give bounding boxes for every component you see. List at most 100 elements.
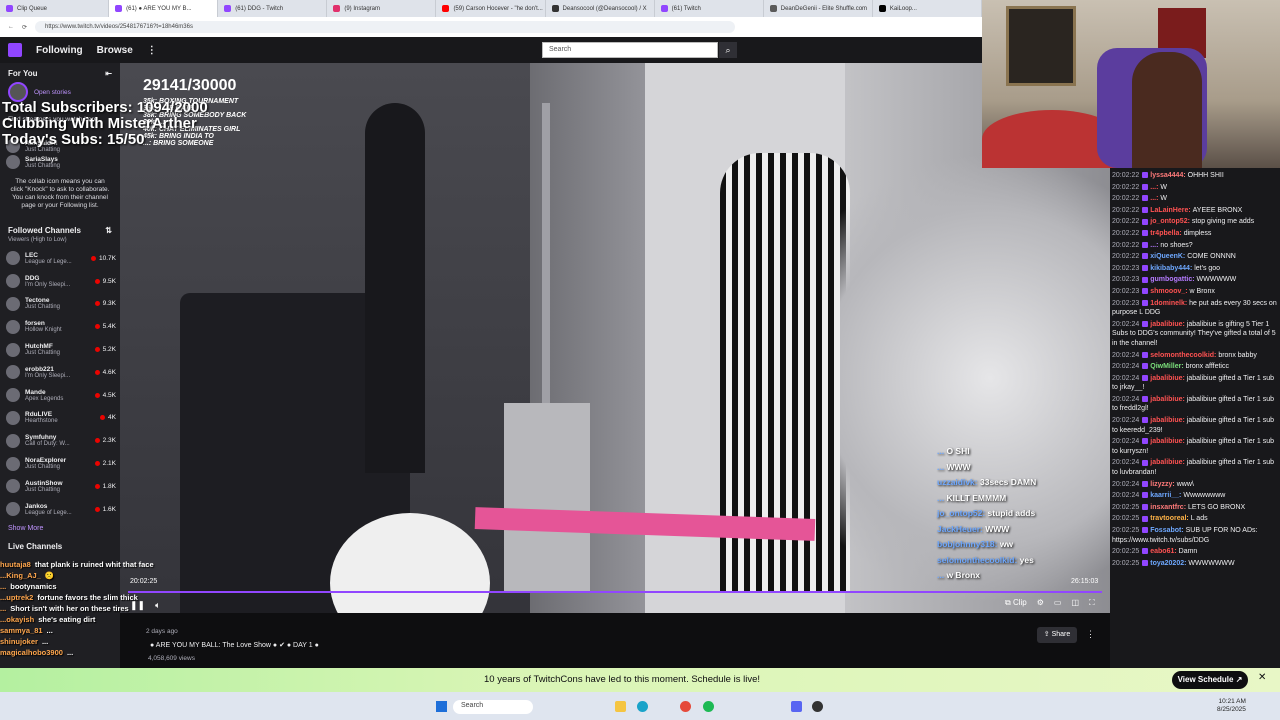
taskbar-search[interactable]: Search (453, 700, 533, 714)
left-overlay-chat-message: ... bootynamics (0, 582, 340, 593)
chat-badge-icon (1142, 515, 1149, 522)
sidebar-channel[interactable]: Symfuhny Call of Duty: W... 2.3K (0, 429, 120, 452)
browser-tab[interactable]: KaiLoop... (873, 0, 982, 17)
discord-icon[interactable] (791, 701, 802, 712)
banner-close-icon[interactable]: ✕ (1258, 672, 1266, 683)
view-schedule-button[interactable]: View Schedule ↗ (1172, 671, 1248, 689)
chat-username[interactable]: jabalibiue: (1150, 375, 1187, 382)
sidebar-channel[interactable]: AustinShow Just Chatting 1.8K (0, 475, 120, 498)
sort-icon[interactable]: ⇅ (105, 226, 112, 235)
chat-username[interactable]: ...: (1150, 242, 1160, 249)
sidebar-channel[interactable]: Jankos League of Lege... 1.6K (0, 498, 120, 521)
more-actions-icon[interactable]: ⋮ (1086, 629, 1095, 640)
chat-username[interactable]: gumbogattic: (1150, 276, 1196, 283)
back-icon[interactable]: ← (8, 24, 14, 30)
clip-button[interactable]: ⧉ Clip (1005, 598, 1027, 608)
reload-icon[interactable]: ⟳ (22, 24, 27, 31)
share-button[interactable]: ⇪ Share (1037, 627, 1077, 643)
browser-tab[interactable]: DeanDeGenii - Elite Shuffle.com (764, 0, 873, 17)
theatre-icon[interactable]: ▭ (1054, 598, 1062, 608)
url-input[interactable]: https://www.twitch.tv/videos/2548176716?… (35, 21, 736, 33)
fullscreen-icon[interactable]: ⛶ (1089, 598, 1095, 608)
suggested-channel[interactable]: SariaSlays Just Chatting (0, 154, 120, 170)
chat-timestamp: 20:02:24 (1112, 351, 1140, 359)
search-button[interactable]: ⌕ (719, 42, 737, 58)
obs-icon[interactable] (812, 701, 823, 712)
nav-browse[interactable]: Browse (97, 45, 133, 56)
live-indicator-icon (94, 369, 100, 375)
overlay-chat-message: jo_ontop52: stupid adds (937, 508, 1097, 524)
more-options-icon[interactable]: ⋮ (147, 45, 157, 56)
chat-username[interactable]: jabalibiue: (1150, 396, 1187, 403)
chat-username[interactable]: kikibaby444: (1150, 265, 1194, 272)
spotify-icon[interactable] (703, 701, 714, 712)
system-clock: 10:21 AM 8/25/2025 (1217, 698, 1246, 714)
show-more-link[interactable]: Show More (0, 521, 120, 536)
avatar (6, 410, 20, 425)
chat-username[interactable]: jabalibiue: (1150, 417, 1187, 424)
chat-username[interactable]: lyssa4444: (1150, 172, 1187, 179)
browser-tab[interactable]: (61) DDG - Twitch (218, 0, 328, 17)
chat-username[interactable]: ...: (1150, 184, 1160, 191)
chat-username[interactable]: LaLainHere: (1150, 207, 1192, 214)
twitch-logo-icon[interactable] (8, 43, 22, 57)
sidebar-channel[interactable]: RduLIVE Hearthstone 4K (0, 407, 120, 430)
chat-username[interactable]: selomonthecoolkid: (1150, 352, 1218, 359)
chat-badge-icon (1142, 195, 1149, 202)
chat-username[interactable]: Fossabot: (1150, 527, 1185, 534)
chat-username[interactable]: xiQueenK: (1150, 253, 1187, 260)
edge-icon[interactable] (637, 701, 648, 712)
browser-tab[interactable]: Deansocool (@Deansocool) / X (546, 0, 655, 17)
browser-tab[interactable]: (59) Carson Hocever - "he don't... (436, 0, 546, 17)
browser-tab[interactable]: (61) Twitch (655, 0, 764, 17)
sidebar-channel[interactable]: NoraExplorer Just Chatting 2.1K (0, 452, 120, 475)
chrome-icon[interactable] (680, 701, 691, 712)
chat-username[interactable]: QiwMiller: (1150, 363, 1185, 370)
chat-text: Wwwwwwww (1183, 492, 1226, 500)
sidebar-channel[interactable]: LEC League of Lege... 10.7K (0, 247, 120, 270)
sidebar-channel[interactable]: DDG I'm Only Sleepi... 9.5K (0, 270, 120, 293)
chat-username[interactable]: jabalibiue: (1150, 438, 1187, 445)
chat-username[interactable]: jabalibiue: (1150, 459, 1187, 466)
file-explorer-icon[interactable] (615, 701, 626, 712)
search-input[interactable]: Search (542, 42, 718, 58)
chat-username[interactable]: toya20202: (1150, 560, 1188, 567)
sidebar-channel[interactable]: Tectone Just Chatting 9.3K (0, 293, 120, 316)
nav-following[interactable]: Following (36, 45, 83, 56)
chat-username[interactable]: 1dominelk: (1150, 300, 1189, 307)
chat-message: 20:02:23 1dominelk: he put ads every 30 s… (1112, 298, 1278, 319)
collapse-sidebar-icon[interactable]: ⇤ (105, 69, 112, 78)
left-overlay-chat-message: ...okayish she's eating dirt (0, 615, 340, 626)
browser-tab[interactable]: (9) Instagram (327, 0, 437, 17)
avatar (6, 155, 20, 169)
viewer-count-value: 2.3K (102, 437, 116, 445)
chat-username[interactable]: lizyzzy: (1150, 481, 1176, 488)
settings-icon[interactable]: ⚙ (1037, 598, 1044, 608)
left-overlay-chat-user: sammya_81 (0, 626, 43, 635)
sidebar-channel[interactable]: Mande Apex Legends 4.5K (0, 384, 120, 407)
chat-username[interactable]: jabalibiue: (1150, 321, 1187, 328)
chat-badge-icon (1142, 438, 1149, 445)
open-stories-link[interactable]: Open stories (34, 89, 71, 96)
browser-tab[interactable]: Clip Queue (0, 0, 110, 17)
channel-game: Just Chatting (25, 486, 61, 493)
chat-badge-icon (1142, 480, 1149, 487)
chat-username[interactable]: eabo61: (1150, 548, 1178, 555)
chat-username[interactable]: travtooreal: (1150, 515, 1190, 522)
start-icon[interactable] (436, 701, 447, 712)
sidebar-channel[interactable]: forsen Hollow Knight 5.4K (0, 315, 120, 338)
banner-text: 10 years of TwitchCons have led to this … (484, 674, 760, 685)
chat-username[interactable]: kaarrii__: (1150, 492, 1183, 499)
channel-info: AustinShow Just Chatting (25, 480, 90, 493)
tab-favicon-icon (115, 5, 123, 12)
chat-username[interactable]: shmooov_: (1150, 288, 1189, 295)
chat-username[interactable]: tr4pbella: (1150, 230, 1183, 237)
browser-tab[interactable]: (61) ● ARE YOU MY B... (109, 0, 219, 17)
chat-username[interactable]: ...: (1150, 195, 1160, 202)
sidebar-channel[interactable]: HutchMF Just Chatting 5.2K (0, 338, 120, 361)
sidebar-channel[interactable]: erobb221 I'm Only Sleepi... 4.6K (0, 361, 120, 384)
chat-username[interactable]: jo_ontop52: (1150, 218, 1192, 225)
chat-text: W (1160, 183, 1167, 191)
chat-username[interactable]: insxantfrc: (1150, 504, 1188, 511)
sidebar-toggle-icon[interactable]: ◫ (1071, 598, 1079, 608)
